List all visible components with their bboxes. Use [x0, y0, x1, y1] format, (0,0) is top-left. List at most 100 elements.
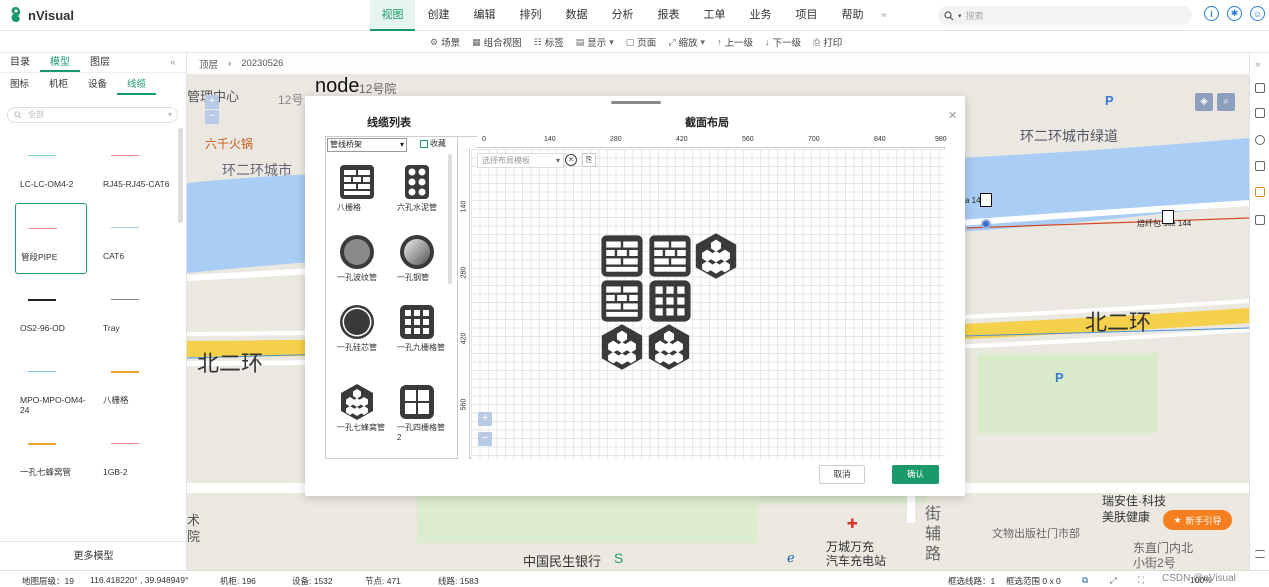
more-models-button[interactable]: 更多模型: [0, 541, 187, 570]
model-item[interactable]: 八栅格: [98, 347, 170, 418]
label-button[interactable]: ☷ 标签: [534, 35, 564, 50]
map-point-icon[interactable]: [981, 219, 991, 229]
zoom-out-button[interactable]: −: [205, 110, 219, 124]
placed-seven-honeycomb[interactable]: [692, 232, 740, 280]
cable-item-steel[interactable]: 一孔钢管: [387, 228, 447, 296]
menu-item-analysis[interactable]: 分析: [600, 0, 645, 31]
model-item[interactable]: CAT6: [98, 203, 170, 274]
model-item[interactable]: 1GB-2: [98, 419, 170, 490]
close-icon[interactable]: ✕: [948, 109, 957, 122]
model-item[interactable]: OS2-96-OD: [15, 275, 87, 346]
model-item-label: Tray: [103, 323, 120, 333]
model-item[interactable]: 管段PIPE: [15, 203, 87, 274]
fit-view-icon[interactable]: ⧉: [1082, 575, 1088, 586]
site-node-icon[interactable]: [980, 193, 992, 207]
user-icon[interactable]: ☺: [1250, 6, 1265, 21]
menu-item-business[interactable]: 业务: [738, 0, 783, 31]
placed-eight-grid[interactable]: [598, 278, 646, 324]
tab-model[interactable]: 模型: [40, 53, 80, 72]
menu-item-project[interactable]: 项目: [784, 0, 829, 31]
model-list-scrollbar[interactable]: [178, 128, 183, 223]
search-box[interactable]: ▾ 搜索: [938, 6, 1192, 25]
tab-catalog[interactable]: 目录: [0, 53, 40, 72]
properties-icon[interactable]: [1255, 83, 1265, 93]
cable-item-seven-honeycomb[interactable]: 一孔七蜂窝管: [327, 378, 387, 446]
layers-icon[interactable]: ◈: [1195, 93, 1213, 111]
model-item[interactable]: Tray: [98, 275, 170, 346]
menu-item-data[interactable]: 数据: [554, 0, 599, 31]
monitor-icon[interactable]: [1255, 215, 1265, 225]
cancel-button[interactable]: 取消: [819, 465, 865, 484]
map-search-icon[interactable]: ⌕: [1217, 93, 1235, 111]
menu-item-help[interactable]: 帮助: [830, 0, 875, 31]
collapse-menu-icon[interactable]: ≈: [876, 0, 892, 31]
menu-item-arrange[interactable]: 排列: [508, 0, 553, 31]
subtab-rack[interactable]: 机柜: [39, 75, 78, 95]
level-up-button[interactable]: ↑ 上一级: [717, 35, 753, 49]
site-node-icon[interactable]: [1162, 210, 1174, 224]
layout-grid-canvas[interactable]: [471, 149, 945, 459]
fullscreen-icon[interactable]: ⤢: [1110, 575, 1117, 586]
clear-layout-icon[interactable]: ×: [565, 154, 577, 166]
settings-icon[interactable]: ✱: [1227, 6, 1242, 21]
canvas-zoom-in-button[interactable]: +: [478, 412, 492, 426]
model-item[interactable]: LC-LC-OM4-2: [15, 131, 87, 202]
cable-list-scrollbar[interactable]: [448, 154, 452, 284]
link-icon[interactable]: [1255, 161, 1265, 171]
cable-item-nine-grid[interactable]: 一孔九栅格管: [387, 298, 447, 366]
menu-item-edit[interactable]: 编辑: [462, 0, 507, 31]
menu-icon[interactable]: [1255, 550, 1265, 558]
menu-item-report[interactable]: 报表: [646, 0, 691, 31]
combined-view-button[interactable]: ▦ 组合视图: [472, 35, 522, 50]
document-icon[interactable]: [1255, 108, 1265, 118]
level-down-button[interactable]: ↓ 下一级: [765, 35, 801, 49]
subtab-icon[interactable]: 图标: [0, 75, 39, 95]
menu-item-create[interactable]: 创建: [416, 0, 461, 31]
placed-nine-grid[interactable]: [646, 278, 694, 324]
favorite-checkbox[interactable]: 收藏: [420, 138, 446, 149]
cable-line-icon: [29, 228, 57, 229]
dialog-drag-handle[interactable]: [611, 101, 661, 104]
category-select[interactable]: 管线桥架 ▾: [327, 138, 407, 152]
canvas-zoom-out-button[interactable]: −: [478, 432, 492, 446]
placed-seven-honeycomb[interactable]: [645, 323, 693, 371]
model-item-label: 八栅格: [103, 395, 129, 405]
tab-layer[interactable]: 图层: [80, 53, 120, 72]
cable-item-silicon-core[interactable]: 一孔硅芯管: [327, 298, 387, 366]
collapse-left-icon[interactable]: «: [170, 57, 176, 68]
list-icon[interactable]: [1255, 187, 1265, 197]
zoom-in-button[interactable]: +: [205, 95, 219, 109]
subtab-device[interactable]: 设备: [78, 75, 117, 95]
cable-item-four-grid[interactable]: 一孔四栅格管2: [387, 378, 447, 446]
page-button[interactable]: ▢ 页面: [626, 35, 657, 50]
collapse-right-icon[interactable]: »: [1255, 59, 1261, 70]
scene-button[interactable]: ⚙ 场景: [430, 35, 460, 50]
display-button[interactable]: ▤ 显示 ▾: [576, 35, 614, 50]
layout-template-select[interactable]: 选择布局模板 ▾: [477, 153, 564, 168]
placed-eight-grid[interactable]: [598, 233, 646, 279]
frame-icon[interactable]: ⛶: [1138, 575, 1144, 586]
beginner-guide-button[interactable]: ★ 新手引导: [1163, 510, 1232, 530]
cable-item-six-hole-cement[interactable]: 六孔水泥管: [387, 158, 447, 226]
subtab-cable[interactable]: 线缆: [117, 75, 157, 95]
model-search-input[interactable]: 全部 ▾: [7, 107, 178, 123]
placed-eight-grid[interactable]: [646, 233, 694, 279]
breadcrumb-current[interactable]: 20230526: [241, 58, 283, 69]
model-item[interactable]: 一孔七蜂窝管: [15, 419, 87, 490]
menu-item-workorder[interactable]: 工单: [692, 0, 737, 31]
search-icon: [944, 10, 954, 20]
export-file-icon[interactable]: ⎘: [582, 153, 596, 167]
cable-item-corrugated[interactable]: 一孔波纹管: [327, 228, 387, 296]
confirm-button[interactable]: 确认: [892, 465, 939, 484]
model-item[interactable]: MPO-MPO-OM4-24: [15, 347, 87, 418]
print-button[interactable]: ⎙ 打印: [813, 35, 842, 50]
placed-seven-honeycomb[interactable]: [598, 323, 646, 371]
info-icon[interactable]: i: [1204, 6, 1219, 21]
model-item[interactable]: RJ45-RJ45-CAT6: [98, 131, 170, 202]
zoom-button[interactable]: ⤢ 缩放 ▾: [668, 35, 705, 50]
app-logo[interactable]: nVisual: [8, 6, 74, 24]
menu-item-view[interactable]: 视图: [370, 0, 415, 31]
topology-icon[interactable]: [1255, 135, 1265, 145]
cable-item-eight-grid[interactable]: 八栅格: [327, 158, 387, 226]
breadcrumb-root[interactable]: 顶层: [199, 57, 218, 71]
